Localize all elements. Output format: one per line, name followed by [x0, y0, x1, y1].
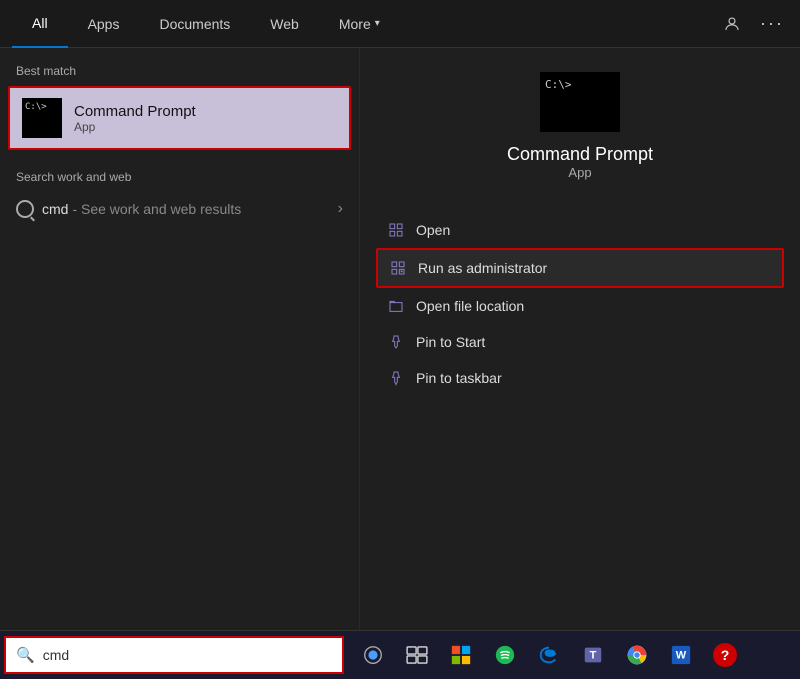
chrome-icon [626, 644, 648, 666]
cortana-button[interactable] [352, 634, 394, 676]
edge-icon [538, 644, 560, 666]
spotify-icon [494, 644, 516, 666]
taskbar: 🔍 [0, 630, 800, 679]
right-panel: Command Prompt App Open [360, 48, 800, 630]
spotify-button[interactable] [484, 634, 526, 676]
user-icon [723, 15, 741, 33]
search-term: cmd [42, 201, 68, 217]
taskbar-icons: T W ? [352, 634, 746, 676]
open-svg [388, 222, 404, 238]
nav-bar: All Apps Documents Web More ▾ [0, 0, 800, 48]
ellipsis-button[interactable]: ··· [756, 8, 788, 40]
left-panel: Best match Command Prompt App Search wor… [0, 48, 360, 630]
chrome-button[interactable] [616, 634, 658, 676]
app-type-large: App [568, 165, 591, 180]
task-view-button[interactable] [396, 634, 438, 676]
context-run-as-admin[interactable]: Run as administrator [376, 248, 784, 288]
nav-icons: ··· [716, 8, 788, 40]
tab-apps[interactable]: Apps [68, 0, 140, 48]
pin-taskbar-svg [388, 370, 404, 386]
svg-text:T: T [590, 650, 597, 662]
taskbar-search-icon: 🔍 [16, 646, 35, 664]
search-arrow-icon: › [338, 200, 343, 218]
context-pin-to-taskbar[interactable]: Pin to taskbar [376, 360, 784, 396]
run-admin-svg [390, 260, 406, 276]
store-icon [450, 644, 472, 666]
more-chevron-icon: ▾ [375, 18, 380, 29]
svg-text:W: W [676, 650, 687, 662]
tab-all[interactable]: All [12, 0, 68, 48]
search-work-web-label: Search work and web [0, 158, 359, 192]
search-web-item[interactable]: cmd - See work and web results › [0, 192, 359, 226]
context-pin-to-start[interactable]: Pin to Start [376, 324, 784, 360]
teams-icon: T [582, 644, 604, 666]
folder-icon [386, 296, 406, 316]
cortana-icon [362, 644, 384, 666]
search-circle-icon [16, 200, 34, 218]
pin-icon [386, 332, 406, 352]
tab-documents[interactable]: Documents [139, 0, 250, 48]
context-menu: Open Run as administrator [376, 212, 784, 396]
context-open[interactable]: Open [376, 212, 784, 248]
user-icon-button[interactable] [716, 8, 748, 40]
nav-tabs: All Apps Documents Web More ▾ [12, 0, 716, 48]
task-view-icon [406, 646, 428, 664]
pin-svg [388, 334, 404, 350]
ellipsis-icon: ··· [760, 13, 784, 34]
svg-text:?: ? [721, 647, 730, 663]
best-match-title: Command Prompt [74, 103, 196, 120]
taskbar-search-input[interactable] [43, 647, 332, 663]
security-icon: ? [712, 642, 738, 668]
open-icon [386, 220, 406, 240]
folder-svg [388, 298, 404, 314]
cmd-icon-large [540, 72, 620, 132]
run-admin-icon [388, 258, 408, 278]
store-button[interactable] [440, 634, 482, 676]
word-button[interactable]: W [660, 634, 702, 676]
search-web-desc: - See work and web results [72, 201, 241, 217]
best-match-item[interactable]: Command Prompt App [8, 86, 351, 150]
cmd-icon-small [22, 98, 62, 138]
app-name-large: Command Prompt [507, 144, 653, 165]
start-menu: All Apps Documents Web More ▾ [0, 0, 800, 630]
word-icon: W [670, 644, 692, 666]
best-match-text: Command Prompt App [74, 103, 196, 134]
app-preview: Command Prompt App [376, 72, 784, 180]
pin-taskbar-icon [386, 368, 406, 388]
main-content: Best match Command Prompt App Search wor… [0, 48, 800, 630]
tab-more[interactable]: More ▾ [319, 0, 400, 48]
context-open-file-location[interactable]: Open file location [376, 288, 784, 324]
best-match-label: Best match [0, 64, 359, 86]
teams-button[interactable]: T [572, 634, 614, 676]
tab-web[interactable]: Web [250, 0, 319, 48]
search-box[interactable]: 🔍 [4, 636, 344, 674]
security-button[interactable]: ? [704, 634, 746, 676]
edge-button[interactable] [528, 634, 570, 676]
best-match-subtitle: App [74, 120, 196, 134]
